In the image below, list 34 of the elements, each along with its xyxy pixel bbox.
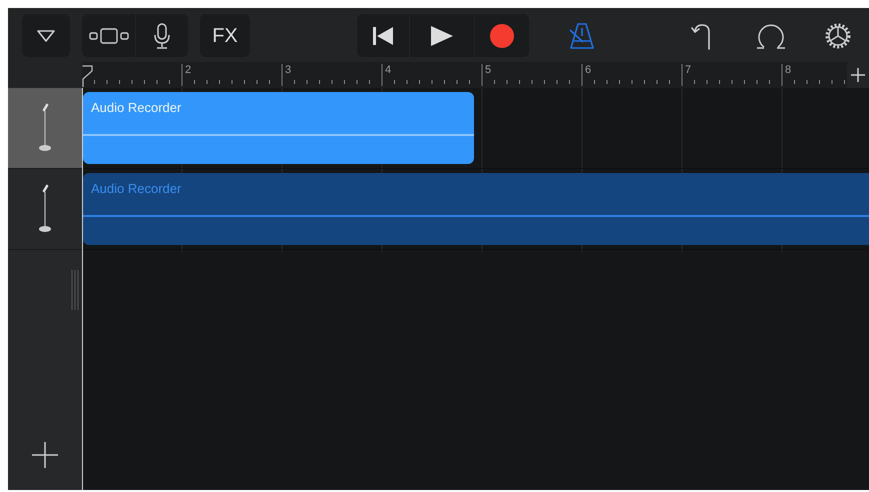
add-track-button[interactable] bbox=[30, 440, 60, 470]
microphone-stand-icon bbox=[38, 184, 52, 234]
fx-button[interactable]: FX bbox=[200, 14, 250, 57]
plus-icon bbox=[32, 442, 58, 468]
record-button[interactable] bbox=[475, 14, 529, 57]
view-toggle-icon bbox=[88, 28, 128, 44]
microphone-stand-icon bbox=[38, 103, 52, 153]
go-to-start-button[interactable] bbox=[357, 14, 409, 57]
region-title: Audio Recorder bbox=[90, 180, 182, 197]
bar-number: 6 bbox=[585, 64, 592, 77]
tracks-view-button[interactable] bbox=[82, 14, 135, 57]
microphone-button[interactable] bbox=[136, 14, 188, 57]
resize-handle-icon[interactable] bbox=[71, 270, 79, 310]
play-button[interactable] bbox=[410, 14, 474, 57]
dropdown-button[interactable] bbox=[22, 14, 70, 57]
microphone-icon bbox=[154, 22, 170, 48]
undo-icon bbox=[691, 22, 711, 50]
bar-number: 7 bbox=[685, 64, 692, 77]
plus-icon bbox=[851, 68, 865, 82]
bar-number: 2 bbox=[185, 64, 192, 77]
play-icon bbox=[430, 24, 454, 46]
bar-number: 8 bbox=[785, 64, 792, 77]
add-section-button[interactable] bbox=[847, 62, 869, 88]
record-icon bbox=[490, 24, 514, 48]
skip-back-icon bbox=[372, 26, 394, 46]
settings-icon bbox=[823, 21, 853, 51]
triangle-down-icon bbox=[37, 30, 55, 42]
region-title: Audio Recorder bbox=[90, 99, 182, 116]
timeline-ruler[interactable]: 2 3 4 5 6 7 8 bbox=[82, 62, 869, 88]
playhead-icon bbox=[82, 65, 93, 87]
metronome-icon bbox=[569, 22, 595, 50]
bar-number: 3 bbox=[285, 64, 292, 77]
bar-number: 4 bbox=[385, 64, 392, 77]
bar-number: 5 bbox=[485, 64, 492, 77]
